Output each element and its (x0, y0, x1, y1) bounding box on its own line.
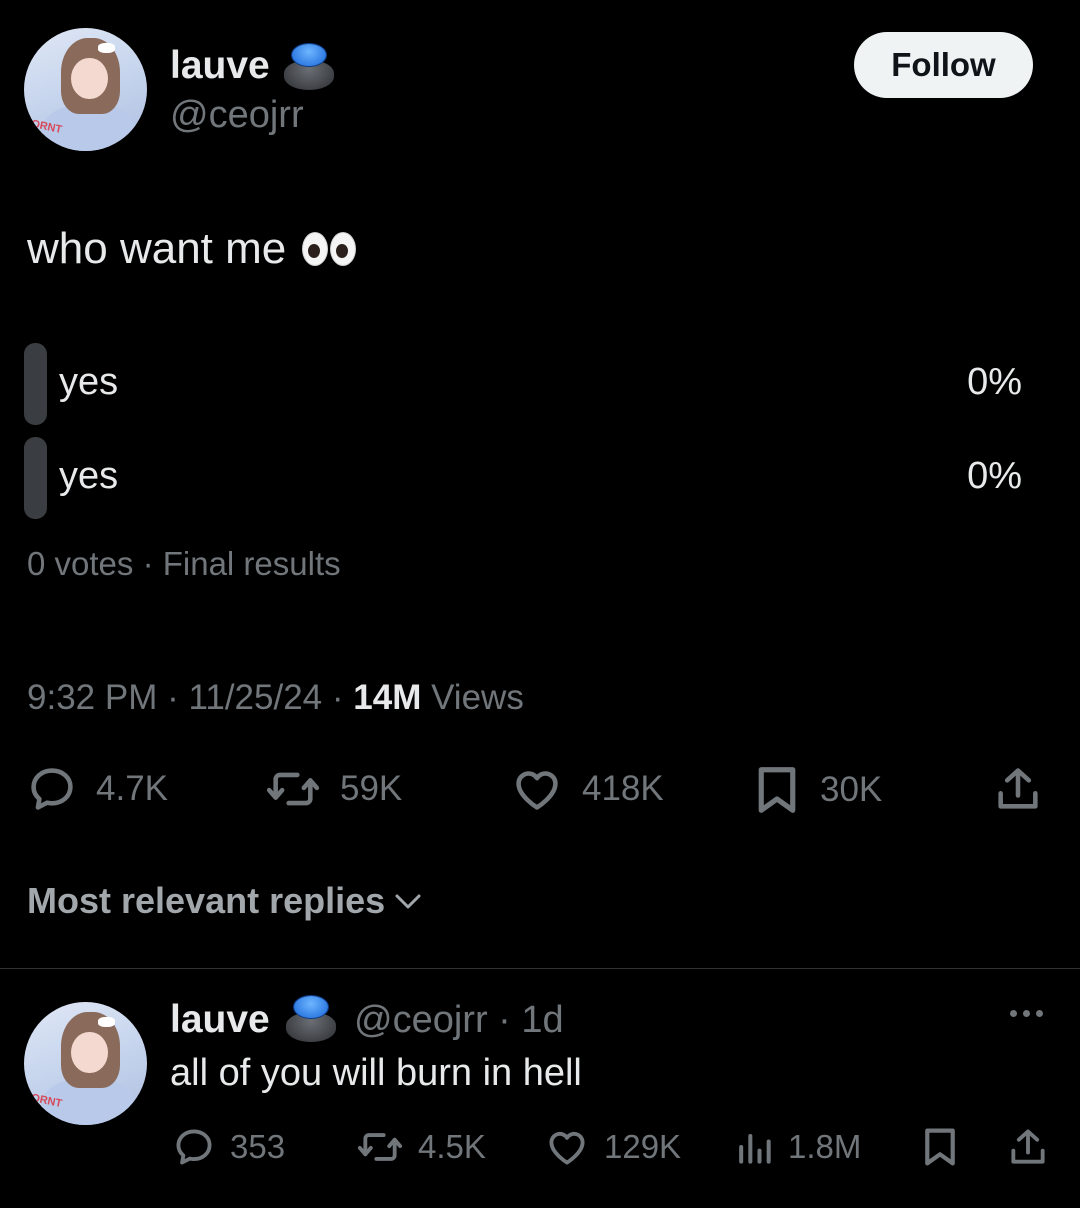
reply-repost-button[interactable]: 4.5K (356, 1125, 486, 1169)
post-text-line: who want me (27, 224, 357, 274)
reply-like-button[interactable]: 129K (544, 1125, 681, 1169)
views-icon (739, 1133, 771, 1164)
post-date[interactable]: 11/25/24 (188, 678, 322, 717)
reply-share-button[interactable] (1006, 1124, 1050, 1170)
poll-option-percent: 0% (967, 455, 1022, 497)
repost-count: 59K (340, 769, 403, 808)
author-avatar[interactable]: ORNT (24, 28, 147, 151)
divider (0, 968, 1080, 969)
replies-sort-label: Most relevant replies (27, 880, 386, 921)
like-icon (516, 771, 558, 810)
share-icon (1011, 1129, 1045, 1164)
reply-bookmark-button[interactable] (920, 1124, 960, 1170)
reply-count: 4.7K (96, 769, 168, 808)
bookmark-count: 30K (820, 770, 883, 809)
like-button[interactable]: 418K (510, 763, 664, 815)
views-label: Views (431, 678, 524, 717)
poll-option-1: yes 0% (24, 343, 1034, 425)
share-button[interactable] (992, 763, 1044, 815)
repost-icon (357, 1133, 403, 1161)
bookmark-icon (758, 767, 796, 813)
poll-option-label: yes (59, 455, 119, 497)
reply-icon (31, 768, 73, 810)
poll-bar (24, 437, 47, 519)
poll-summary: 0 votes · Final results (27, 545, 341, 582)
views-count: 14M (353, 678, 422, 717)
reply-author-handle-line: @ceojrr · 1d (354, 999, 564, 1042)
verified-badge-icon (286, 994, 336, 1042)
reply-text: all of you will burn in hell (170, 1052, 582, 1094)
post-detail-page: ORNT lauve @ceojrr Follow who want me ye… (0, 0, 1080, 1208)
bookmark-icon (925, 1128, 955, 1166)
reply-author-avatar[interactable]: ORNT (24, 1002, 147, 1125)
repost-button[interactable]: 59K (264, 763, 402, 815)
follow-button[interactable]: Follow (854, 32, 1033, 98)
replies-sort-dropdown[interactable]: Most relevant replies (27, 880, 423, 922)
reply-views-button[interactable]: 1.8M (734, 1125, 861, 1169)
reply-repost-count: 4.5K (418, 1128, 486, 1165)
poll-option-2: yes 0% (24, 437, 1034, 519)
reply-reply-button[interactable]: 353 (172, 1125, 285, 1169)
like-icon (549, 1131, 585, 1165)
reply-author-handle[interactable]: @ceojrr (354, 999, 488, 1041)
reply-age[interactable]: · 1d (498, 999, 563, 1041)
reply-views-count: 1.8M (788, 1128, 862, 1165)
separator: · (331, 678, 344, 717)
repost-icon (266, 772, 320, 806)
post-timestamp-line: 9:32 PM · 11/25/24 · 14M Views (27, 678, 524, 718)
reply-button[interactable]: 4.7K (26, 763, 168, 815)
verified-badge-icon (284, 42, 334, 90)
poll-bar (24, 343, 47, 425)
post-text: who want me (27, 224, 287, 273)
bookmark-button[interactable]: 30K (752, 763, 882, 817)
author-name[interactable]: lauve (170, 44, 270, 88)
chevron-down-icon (395, 894, 421, 909)
share-icon (998, 768, 1038, 809)
author-handle[interactable]: @ceojrr (170, 94, 304, 137)
reply-reply-count: 353 (230, 1128, 286, 1165)
like-count: 418K (582, 769, 664, 808)
poll-option-percent: 0% (967, 361, 1022, 403)
more-options-icon[interactable] (1010, 1010, 1043, 1017)
poll-option-label: yes (59, 361, 119, 403)
separator: · (167, 678, 179, 717)
eyes-emoji-icon (302, 232, 357, 266)
reply-author-name[interactable]: lauve (170, 998, 270, 1042)
reply-icon (176, 1129, 212, 1165)
reply-like-count: 129K (604, 1128, 682, 1165)
post-time[interactable]: 9:32 PM (27, 678, 157, 717)
